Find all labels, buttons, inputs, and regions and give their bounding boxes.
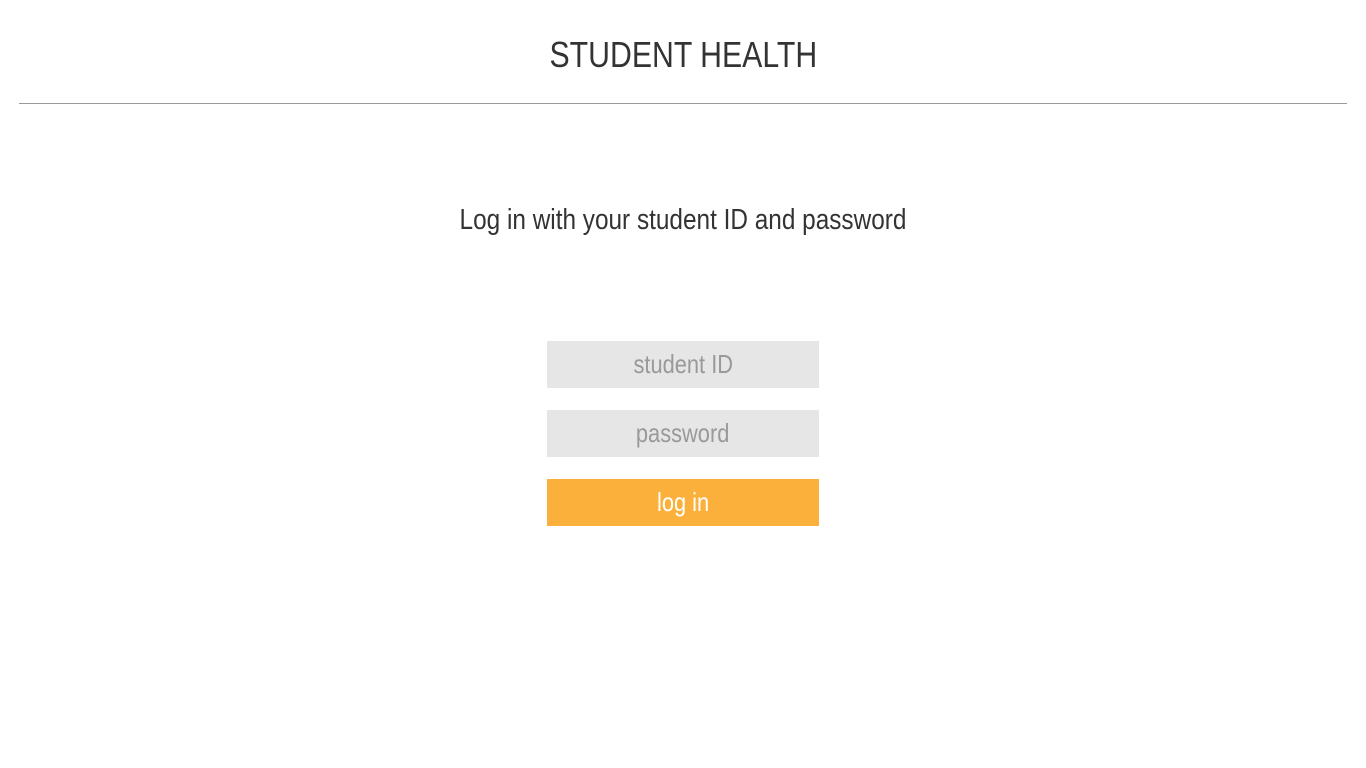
- password-placeholder: password: [636, 418, 730, 448]
- password-input[interactable]: password: [547, 410, 819, 457]
- page-title-text: STUDENT HEALTH: [549, 34, 817, 75]
- login-instruction-text: Log in with your student ID and password: [459, 204, 907, 236]
- header-divider: [19, 103, 1347, 104]
- login-instruction: Log in with your student ID and password: [0, 202, 1366, 238]
- login-button-label: log in: [656, 487, 710, 517]
- page-title: STUDENT HEALTH: [0, 34, 1366, 76]
- login-button[interactable]: log in: [547, 479, 819, 526]
- student-id-input[interactable]: student ID: [547, 341, 819, 388]
- student-id-placeholder: student ID: [633, 349, 733, 379]
